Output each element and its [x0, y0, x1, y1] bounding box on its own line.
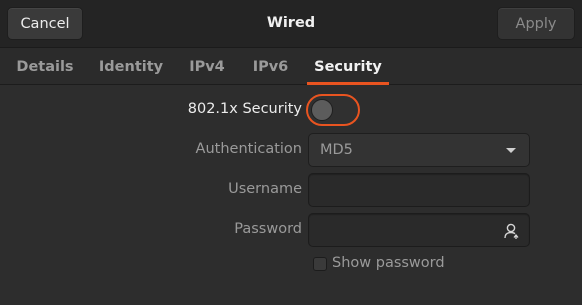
dialog-title: Wired: [266, 15, 316, 31]
switch-knob: [311, 99, 333, 121]
tab-security[interactable]: Security: [307, 48, 389, 85]
security-toggle-switch[interactable]: [306, 94, 360, 126]
username-label: Username: [228, 181, 302, 197]
password-field[interactable]: [308, 213, 530, 247]
user-password-options-icon[interactable]: [503, 222, 521, 240]
password-input[interactable]: [309, 214, 529, 246]
show-password-checkbox[interactable]: [313, 257, 327, 271]
security-toggle-label: 802.1x Security: [187, 101, 302, 117]
tab-identity[interactable]: Identity: [92, 48, 170, 85]
authentication-label: Authentication: [195, 141, 302, 157]
header-bar: Cancel Wired Apply: [0, 0, 582, 48]
tab-bar: Details Identity IPv4 IPv6 Security: [0, 48, 582, 85]
apply-button[interactable]: Apply: [497, 7, 575, 40]
authentication-value: MD5: [320, 142, 353, 158]
show-password-label[interactable]: Show password: [332, 255, 445, 271]
password-label: Password: [234, 221, 302, 237]
tab-ipv4[interactable]: IPv4: [180, 48, 234, 85]
tab-ipv6[interactable]: IPv6: [242, 48, 299, 85]
network-settings-dialog: Cancel Wired Apply Details Identity IPv4…: [0, 0, 582, 305]
username-field[interactable]: [308, 173, 530, 207]
username-input[interactable]: [309, 174, 529, 206]
chevron-down-icon: [506, 148, 516, 153]
authentication-dropdown[interactable]: MD5: [308, 133, 530, 167]
tab-details[interactable]: Details: [8, 48, 82, 85]
